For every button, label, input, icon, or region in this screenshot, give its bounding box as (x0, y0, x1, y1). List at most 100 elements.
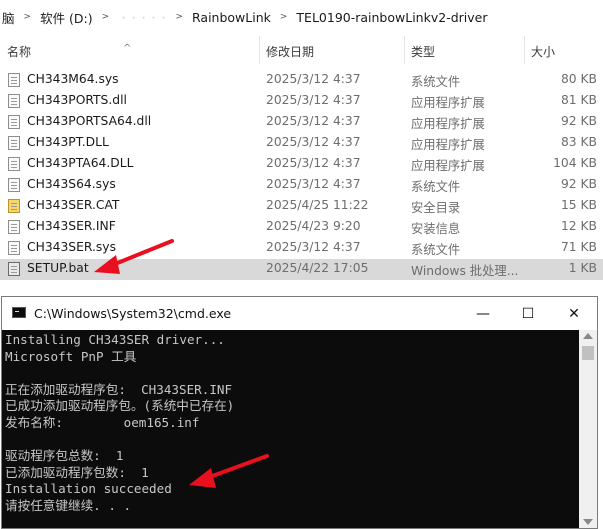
file-date: 2025/3/12 4:37 (266, 240, 361, 254)
file-row[interactable]: CH343PORTSA64.dll 2025/3/12 4:37 应用程序扩展 … (0, 112, 603, 133)
dll-file-icon (8, 94, 20, 108)
sys-file-icon (8, 178, 20, 192)
file-name: CH343PORTS.dll (27, 93, 127, 107)
file-row[interactable]: CH343PT.DLL 2025/3/12 4:37 应用程序扩展 83 KB (0, 133, 603, 154)
column-date[interactable]: 修改日期 (266, 43, 314, 60)
sys-file-icon (8, 241, 20, 255)
file-type: 应用程序扩展 (411, 117, 485, 131)
file-name: CH343M64.sys (27, 72, 119, 86)
file-date: 2025/3/12 4:37 (266, 156, 361, 170)
console-line: Microsoft PnP 工具 (5, 348, 137, 364)
file-date: 2025/3/12 4:37 (266, 93, 361, 107)
console-line: Installing CH343SER driver... (5, 332, 225, 347)
file-size: 1 KB (568, 261, 597, 275)
file-size: 80 KB (560, 72, 597, 86)
file-list: CH343M64.sys 2025/3/12 4:37 系统文件 80 KB C… (0, 70, 603, 280)
file-type: 应用程序扩展 (411, 96, 485, 110)
file-type: 系统文件 (411, 243, 461, 257)
dll-file-icon (8, 115, 20, 129)
breadcrumb-item-redacted[interactable]: · · · · · (116, 10, 168, 25)
catalog-file-icon (8, 199, 20, 213)
vertical-scrollbar[interactable] (579, 330, 597, 528)
console-line: 驱动程序包总数: 1 (5, 448, 124, 464)
file-name: CH343PT.DLL (27, 135, 109, 149)
console-line: 请按任意键继续. . . (5, 497, 132, 513)
scroll-up-arrow-icon[interactable] (583, 333, 593, 339)
column-divider[interactable] (404, 36, 405, 64)
chevron-right-icon: > (23, 12, 32, 22)
chevron-right-icon: > (175, 12, 183, 22)
console-line: 已成功添加驱动程序包。(系统中已存在) (5, 398, 235, 414)
file-type: 安全目录 (411, 201, 461, 215)
file-type: Windows 批处理... (411, 264, 519, 278)
column-divider[interactable] (259, 36, 260, 64)
file-size: 92 KB (560, 114, 597, 128)
batch-file-icon (8, 262, 20, 276)
file-type: 系统文件 (411, 75, 461, 89)
scroll-down-arrow-icon[interactable] (583, 519, 593, 525)
file-date: 2025/3/12 4:37 (266, 72, 361, 86)
file-type: 系统文件 (411, 180, 461, 194)
file-date: 2025/4/23 9:20 (266, 219, 361, 233)
console-line: 发布名称: oem165.inf (5, 414, 200, 430)
inf-file-icon (8, 220, 20, 234)
dll-file-icon (8, 136, 20, 150)
breadcrumb-item[interactable]: TEL0190-rainbowLinkv2-driver (294, 10, 489, 25)
file-date: 2025/4/25 11:22 (266, 198, 369, 212)
file-explorer: 脑 > 软件 (D:) > · · · · · > RainbowLink > … (0, 0, 603, 293)
breadcrumb-item[interactable]: 软件 (D:) (38, 8, 95, 27)
console-output[interactable]: Installing CH343SER driver... Microsoft P… (5, 332, 577, 522)
minimize-button[interactable]: — (461, 297, 505, 330)
file-row[interactable]: CH343S64.sys 2025/3/12 4:37 系统文件 92 KB (0, 175, 603, 196)
column-type[interactable]: 类型 (411, 43, 435, 60)
file-date: 2025/3/12 4:37 (266, 177, 361, 191)
file-type: 应用程序扩展 (411, 138, 485, 152)
file-size: 104 KB (553, 156, 597, 170)
sys-file-icon (8, 73, 20, 87)
column-name[interactable]: 名称 (7, 43, 31, 60)
file-row[interactable]: CH343PORTS.dll 2025/3/12 4:37 应用程序扩展 81 … (0, 91, 603, 112)
file-row[interactable]: CH343PTA64.DLL 2025/3/12 4:37 应用程序扩展 104… (0, 154, 603, 175)
breadcrumb-item[interactable]: RainbowLink (190, 10, 273, 25)
file-row[interactable]: CH343SER.sys 2025/3/12 4:37 系统文件 71 KB (0, 238, 603, 259)
console-line: Installation succeeded (5, 481, 172, 497)
file-size: 92 KB (560, 177, 597, 191)
file-name: CH343PORTSA64.dll (27, 114, 152, 128)
file-row[interactable]: CH343SER.INF 2025/4/23 9:20 安装信息 12 KB (0, 217, 603, 238)
file-name: CH343SER.CAT (27, 198, 120, 212)
scroll-thumb[interactable] (582, 346, 594, 360)
chevron-right-icon: > (279, 12, 288, 22)
file-size: 71 KB (560, 240, 597, 254)
breadcrumb[interactable]: 脑 > 软件 (D:) > · · · · · > RainbowLink > … (0, 0, 603, 34)
file-size: 15 KB (560, 198, 597, 212)
window-title: C:\Windows\System32\cmd.exe (34, 306, 232, 321)
close-button[interactable]: ✕ (552, 297, 596, 330)
file-name: CH343S64.sys (27, 177, 116, 191)
chevron-right-icon: > (101, 12, 110, 22)
dll-file-icon (8, 157, 20, 171)
maximize-button[interactable]: ☐ (506, 297, 550, 330)
file-name: CH343SER.INF (27, 219, 116, 233)
column-divider[interactable] (524, 36, 525, 64)
file-row[interactable]: CH343SER.CAT 2025/4/25 11:22 安全目录 15 KB (0, 196, 603, 217)
file-size: 12 KB (560, 219, 597, 233)
file-row-selected[interactable]: SETUP.bat 2025/4/22 17:05 Windows 批处理...… (0, 259, 603, 280)
breadcrumb-item[interactable]: 脑 (0, 8, 17, 27)
file-size: 83 KB (560, 135, 597, 149)
file-date: 2025/3/12 4:37 (266, 135, 361, 149)
file-name: CH343SER.sys (27, 240, 116, 254)
file-type: 应用程序扩展 (411, 159, 485, 173)
console-line: 正在添加驱动程序包: CH343SER.INF (5, 381, 233, 397)
column-header: ^ 名称 修改日期 类型 大小 (0, 36, 603, 64)
console-icon (12, 307, 26, 318)
file-name: CH343PTA64.DLL (27, 156, 134, 170)
file-size: 81 KB (560, 93, 597, 107)
file-date: 2025/4/22 17:05 (266, 261, 369, 275)
title-bar[interactable]: C:\Windows\System32\cmd.exe — ☐ ✕ (2, 297, 597, 330)
file-row[interactable]: CH343M64.sys 2025/3/12 4:37 系统文件 80 KB (0, 70, 603, 91)
column-size[interactable]: 大小 (531, 43, 555, 60)
sort-ascending-icon: ^ (123, 43, 132, 54)
cmd-window: C:\Windows\System32\cmd.exe — ☐ ✕ Instal… (1, 296, 598, 529)
